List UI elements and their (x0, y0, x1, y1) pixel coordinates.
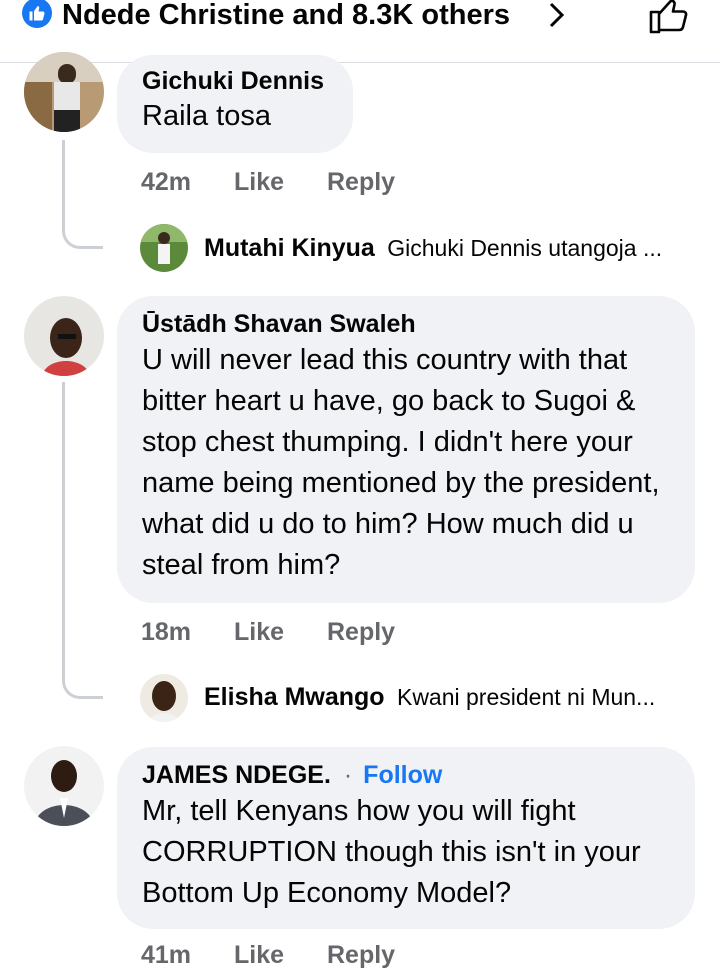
comment-text: U will never lead this country with that… (142, 344, 660, 581)
like-link[interactable]: Like (234, 618, 284, 646)
reply-link[interactable]: Reply (327, 941, 395, 969)
comment-meta: 41m Like Reply (141, 941, 395, 970)
comment-header: JAMES NDEGE. · Follow (142, 761, 670, 790)
reply-author[interactable]: Elisha Mwango (204, 683, 385, 711)
reactors-summary[interactable]: Ndede Christine and 8.3K others (62, 0, 510, 32)
comment-author[interactable]: JAMES NDEGE. (142, 761, 331, 789)
reply-link[interactable]: Reply (327, 618, 395, 646)
reply-text: Kwani president ni Mun... (396, 684, 656, 710)
comment-text: Raila tosa (142, 100, 271, 132)
comment-meta: 42m Like Reply (141, 168, 395, 197)
separator-dot: · (343, 761, 353, 789)
reply-link[interactable]: Reply (327, 168, 395, 196)
like-link[interactable]: Like (234, 941, 284, 969)
thumbs-up-outline-icon[interactable] (647, 0, 691, 34)
comment-time: 41m (141, 941, 192, 969)
reply-text: Gichuki Dennis utangoja ... (387, 235, 663, 261)
thread-line (62, 140, 103, 249)
like-icon (22, 0, 52, 28)
avatar[interactable] (140, 224, 188, 272)
reactions-bar[interactable]: Ndede Christine and 8.3K others (0, 0, 720, 63)
avatar[interactable] (140, 674, 188, 722)
reply-preview[interactable]: Mutahi Kinyua Gichuki Dennis utangoja ..… (204, 234, 662, 263)
avatar[interactable] (24, 746, 104, 826)
avatar[interactable] (24, 296, 104, 376)
thread-line (62, 382, 103, 699)
comment-time: 18m (141, 618, 192, 646)
avatar[interactable] (24, 52, 104, 132)
comment-author[interactable]: Ūstādh Shavan Swaleh (142, 310, 670, 339)
comment-time: 42m (141, 168, 192, 196)
like-link[interactable]: Like (234, 168, 284, 196)
reply-author[interactable]: Mutahi Kinyua (204, 234, 375, 262)
comment-bubble[interactable]: Ūstādh Shavan Swaleh U will never lead t… (117, 296, 695, 603)
reply-preview[interactable]: Elisha Mwango Kwani president ni Mun... (204, 683, 655, 712)
follow-button[interactable]: Follow (363, 761, 442, 789)
comment-bubble[interactable]: JAMES NDEGE. · Follow Mr, tell Kenyans h… (117, 747, 695, 929)
comment-author[interactable]: Gichuki Dennis (142, 67, 328, 96)
comment-bubble[interactable]: Gichuki Dennis Raila tosa (117, 55, 353, 153)
comment-meta: 18m Like Reply (141, 618, 395, 647)
chevron-right-icon[interactable] (546, 0, 568, 32)
comment-text: Mr, tell Kenyans how you will fight CORR… (142, 795, 641, 909)
